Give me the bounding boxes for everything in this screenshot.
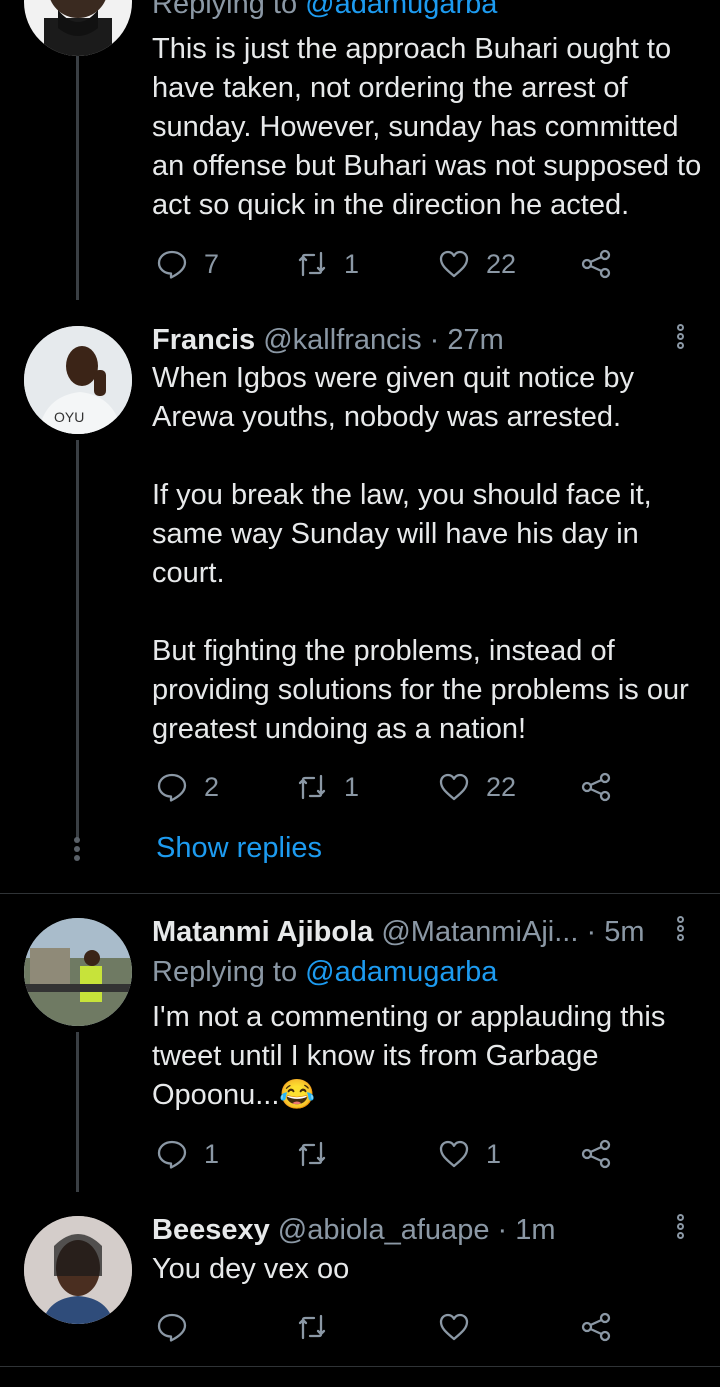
reply-button[interactable]: 7 [156, 244, 219, 284]
thread-continuation-dots [73, 834, 81, 864]
heart-icon [439, 1140, 469, 1168]
replying-to: Replying to @adamugarba [152, 0, 497, 22]
display-name[interactable]: Matanmi Ajibola [152, 916, 373, 948]
more-vertical-icon [670, 916, 690, 941]
share-icon [581, 249, 611, 279]
tweet-0[interactable]: Replying to @adamugarba This is just the… [0, 0, 720, 300]
user-handle[interactable]: @abiola_afuape [278, 1214, 490, 1246]
mention-link[interactable]: @adamugarba [305, 0, 497, 20]
reply-button[interactable]: 2 [156, 767, 219, 807]
more-options-button[interactable] [670, 914, 690, 950]
tweet-text: This is just the approach Buhari ought t… [152, 33, 710, 221]
heart-icon [439, 773, 469, 801]
separator: · [429, 324, 440, 356]
tweet-actions: 7 1 22 [156, 244, 626, 284]
avatar[interactable] [24, 0, 132, 56]
retweet-button[interactable] [296, 1134, 344, 1174]
heart-icon [439, 250, 469, 278]
reply-count: 1 [204, 1138, 220, 1169]
reply-count: 7 [204, 248, 220, 279]
tweet-actions: 1 1 [156, 1134, 626, 1174]
like-button[interactable]: 1 [438, 1134, 501, 1174]
thread-line [76, 440, 79, 840]
retweet-icon [298, 1141, 326, 1167]
like-count: 22 [486, 771, 517, 802]
divider [0, 1366, 720, 1367]
retweet-button[interactable]: 1 [296, 244, 359, 284]
retweet-icon [298, 251, 326, 277]
share-button[interactable] [580, 1307, 612, 1347]
like-button[interactable] [438, 1307, 486, 1347]
thread-line [76, 1032, 79, 1192]
share-icon [581, 1139, 611, 1169]
share-button[interactable] [580, 244, 612, 284]
thread-line [76, 56, 79, 300]
share-button[interactable] [580, 767, 612, 807]
timestamp[interactable]: 5m [604, 916, 644, 948]
share-icon [581, 772, 611, 802]
tweet-actions [156, 1307, 626, 1347]
mention-link[interactable]: @adamugarba [305, 956, 497, 988]
timestamp[interactable]: 1m [515, 1214, 555, 1246]
share-button[interactable] [580, 1134, 612, 1174]
user-handle[interactable]: @kallfrancis [263, 324, 421, 356]
like-count: 22 [486, 248, 517, 279]
reply-button[interactable]: 1 [156, 1134, 219, 1174]
separator: · [586, 916, 597, 948]
share-icon [581, 1312, 611, 1342]
more-options-button[interactable] [670, 1212, 690, 1248]
reply-icon [157, 773, 187, 802]
avatar[interactable]: OYU [24, 326, 132, 434]
more-vertical-icon [670, 324, 690, 349]
more-vertical-icon [670, 1214, 690, 1239]
svg-text:OYU: OYU [54, 409, 84, 425]
replying-to: Replying to @adamugarba [152, 956, 498, 988]
reply-icon [157, 250, 187, 279]
tweet-text: When Igbos were given quit notice by Are… [152, 362, 689, 745]
tweet-2[interactable]: Matanmi Ajibola @MatanmiAji... · 5m Repl… [0, 894, 720, 1194]
tweet-text: You dey vex oo [152, 1253, 350, 1285]
tweet-header: Francis @kallfrancis · 27m [152, 322, 504, 358]
separator: · [497, 1214, 508, 1246]
avatar[interactable] [24, 918, 132, 1026]
like-button[interactable]: 22 [438, 767, 516, 807]
heart-icon [439, 1313, 469, 1341]
tweet-text: I'm not a commenting or applauding this … [152, 1001, 674, 1111]
like-count: 1 [486, 1138, 502, 1169]
reply-count: 2 [204, 771, 220, 802]
tweet-1[interactable]: OYU Francis @kallfrancis · 27m When Igbo… [0, 300, 720, 893]
reply-icon [157, 1140, 187, 1169]
more-options-button[interactable] [670, 322, 690, 358]
reply-icon [157, 1313, 187, 1342]
show-replies-link[interactable]: Show replies [156, 830, 322, 866]
tweet-header: Matanmi Ajibola @MatanmiAji... · 5m [152, 914, 644, 950]
retweet-button[interactable] [296, 1307, 344, 1347]
retweet-icon [298, 1314, 326, 1340]
retweet-count: 1 [344, 248, 360, 279]
retweet-icon [298, 774, 326, 800]
tweet-header: Beesexy @abiola_afuape · 1m [152, 1212, 556, 1248]
reply-button[interactable] [156, 1307, 204, 1347]
tweet-actions: 2 1 22 [156, 767, 626, 807]
like-button[interactable]: 22 [438, 244, 516, 284]
retweet-button[interactable]: 1 [296, 767, 359, 807]
tweet-3[interactable]: Beesexy @abiola_afuape · 1m You dey vex … [0, 1194, 720, 1366]
timestamp[interactable]: 27m [447, 324, 503, 356]
avatar[interactable] [24, 1216, 132, 1324]
display-name[interactable]: Beesexy [152, 1214, 270, 1246]
retweet-count: 1 [344, 771, 360, 802]
user-handle[interactable]: @MatanmiAji... [381, 916, 578, 948]
display-name[interactable]: Francis [152, 324, 255, 356]
